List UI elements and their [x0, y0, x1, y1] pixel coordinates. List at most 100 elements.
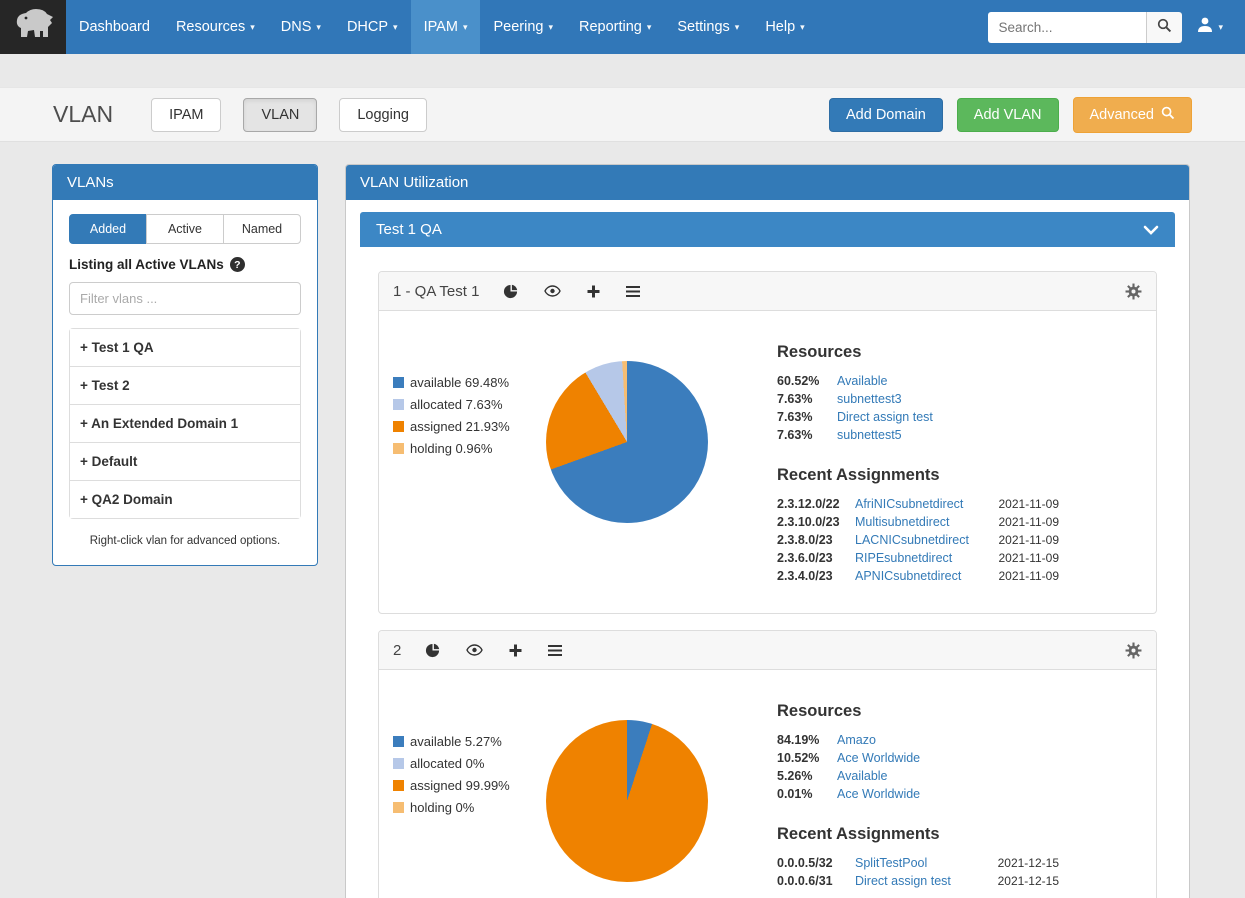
assignment-link[interactable]: AfriNICsubnetdirect — [855, 497, 963, 511]
resources-heading: Resources — [777, 343, 1059, 362]
nav-item-settings[interactable]: Settings ▾ — [664, 0, 752, 54]
vlan-list-item[interactable]: + Test 1 QA — [70, 329, 300, 366]
search-input[interactable] — [988, 12, 1146, 43]
legend-item[interactable]: allocated 7.63% — [393, 397, 537, 412]
nav-item-peering[interactable]: Peering▾ — [480, 0, 566, 54]
resource-link[interactable]: subnettest5 — [837, 428, 902, 442]
nav-item-help[interactable]: Help▾ — [752, 0, 817, 54]
legend-item[interactable]: available 5.27% — [393, 734, 537, 749]
nav-label: Resources — [176, 19, 245, 35]
nav-item-resources[interactable]: Resources▾ — [163, 0, 268, 54]
add-vlan-button[interactable]: Add VLAN — [957, 98, 1059, 132]
main-menu: Dashboard Resources▾ DNS▾ DHCP▾ IPAM▾ Pe… — [66, 0, 818, 54]
assignment-link[interactable]: SplitTestPool — [855, 856, 927, 870]
resource-link[interactable]: Direct assign test — [837, 410, 933, 424]
app-logo[interactable] — [0, 0, 66, 54]
assignment-link[interactable]: APNICsubnetdirect — [855, 569, 961, 583]
tab-vlan[interactable]: VLAN — [243, 98, 317, 132]
vlan-filter-input[interactable] — [69, 282, 301, 315]
vlan-box-title: 1 - QA Test 1 — [393, 283, 479, 300]
assignment-row: 2.3.6.0/23 RIPEsubnetdirect 2021-11-09 — [777, 551, 1059, 565]
caret-down-icon: ▾ — [735, 22, 740, 33]
assignment-link[interactable]: Multisubnetdirect — [855, 515, 950, 529]
nav-label: DNS — [281, 19, 312, 35]
add-domain-button[interactable]: Add Domain — [829, 98, 943, 132]
assignment-date: 2021-12-15 — [998, 874, 1059, 888]
legend-item[interactable]: allocated 0% — [393, 756, 537, 771]
assignment-cidr: 2.3.6.0/23 — [777, 551, 847, 565]
legend-item[interactable]: available 69.48% — [393, 375, 537, 390]
domain-group-header[interactable]: Test 1 QA — [360, 212, 1175, 247]
assignment-cidr: 0.0.0.6/31 — [777, 874, 847, 888]
resource-row: 7.63% subnettest3 — [777, 392, 1059, 406]
legend-label: allocated 0% — [410, 756, 484, 771]
menu-icon[interactable] — [548, 645, 562, 656]
vlan-stats: Resources 60.52% Available 7.63% subnett… — [777, 337, 1059, 587]
nav-label: Peering — [493, 19, 543, 35]
eye-icon[interactable] — [466, 644, 483, 656]
assignment-cidr: 0.0.0.5/32 — [777, 856, 847, 870]
resource-percent: 60.52% — [777, 374, 829, 388]
utilization-pie-chart[interactable] — [546, 720, 708, 882]
chevron-down-icon[interactable] — [1143, 225, 1159, 235]
pie-chart-icon[interactable] — [425, 643, 440, 658]
assignment-date: 2021-11-09 — [999, 569, 1060, 583]
legend-label: assigned 99.99% — [410, 778, 510, 793]
vlan-list-item[interactable]: + An Extended Domain 1 — [70, 404, 300, 442]
legend-item[interactable]: holding 0% — [393, 800, 537, 815]
tab-active[interactable]: Active — [146, 214, 224, 244]
menu-icon[interactable] — [626, 286, 640, 297]
nav-item-dhcp[interactable]: DHCP▾ — [334, 0, 411, 54]
vlan-list-item[interactable]: + Default — [70, 442, 300, 480]
gear-icon[interactable] — [1125, 283, 1142, 300]
search-button[interactable] — [1146, 12, 1182, 43]
legend-item[interactable]: assigned 21.93% — [393, 419, 537, 434]
resource-row: 5.26% Available — [777, 769, 1059, 783]
tab-named[interactable]: Named — [223, 214, 301, 244]
pie-legend: available 5.27% allocated 0% assigned 99… — [387, 696, 537, 892]
nav-item-ipam[interactable]: IPAM▾ — [411, 0, 481, 54]
legend-label: assigned 21.93% — [410, 419, 510, 434]
utilization-pie-chart[interactable] — [546, 361, 708, 523]
assignment-link[interactable]: RIPEsubnetdirect — [855, 551, 952, 565]
resource-link[interactable]: Ace Worldwide — [837, 787, 920, 801]
resource-percent: 0.01% — [777, 787, 829, 801]
tab-logging[interactable]: Logging — [339, 98, 427, 132]
pie-chart-area — [537, 696, 717, 892]
advanced-search-button[interactable]: Advanced — [1073, 97, 1193, 133]
pie-legend: available 69.48% allocated 7.63% assigne… — [387, 337, 537, 587]
caret-down-icon: ▾ — [647, 22, 652, 33]
resource-link[interactable]: Available — [837, 769, 888, 783]
resource-link[interactable]: subnettest3 — [837, 392, 902, 406]
eye-icon[interactable] — [544, 285, 561, 297]
resource-link[interactable]: Available — [837, 374, 888, 388]
vlans-sidebar-panel: VLANs Added Active Named Listing all Act… — [52, 164, 318, 566]
nav-item-reporting[interactable]: Reporting▾ — [566, 0, 664, 54]
resource-percent: 7.63% — [777, 392, 829, 406]
resource-link[interactable]: Ace Worldwide — [837, 751, 920, 765]
tab-added[interactable]: Added — [69, 214, 147, 244]
gear-icon[interactable] — [1125, 642, 1142, 659]
resource-link[interactable]: Amazo — [837, 733, 876, 747]
legend-item[interactable]: assigned 99.99% — [393, 778, 537, 793]
sidebar-panel-title: VLANs — [53, 165, 317, 200]
help-icon[interactable]: ? — [230, 257, 245, 272]
assignment-row: 2.3.12.0/22 AfriNICsubnetdirect 2021-11-… — [777, 497, 1059, 511]
assignment-link[interactable]: LACNICsubnetdirect — [855, 533, 969, 547]
legend-item[interactable]: holding 0.96% — [393, 441, 537, 456]
assignment-link[interactable]: Direct assign test — [855, 874, 951, 888]
pie-chart-icon[interactable] — [503, 284, 518, 299]
plus-icon[interactable] — [509, 644, 522, 657]
nav-item-dns[interactable]: DNS▾ — [268, 0, 334, 54]
nav-item-dashboard[interactable]: Dashboard — [66, 0, 163, 54]
button-label: Add VLAN — [974, 107, 1042, 123]
tab-ipam[interactable]: IPAM — [151, 98, 221, 132]
vlan-list-item[interactable]: + Test 2 — [70, 366, 300, 404]
vlan-list-item[interactable]: + QA2 Domain — [70, 480, 300, 518]
button-label: Add Domain — [846, 107, 926, 123]
nav-label: Settings — [677, 19, 729, 35]
legend-label: available 5.27% — [410, 734, 502, 749]
listing-label: Listing all Active VLANs ? — [69, 257, 301, 272]
plus-icon[interactable] — [587, 285, 600, 298]
user-menu[interactable]: ▾ — [1182, 16, 1235, 38]
